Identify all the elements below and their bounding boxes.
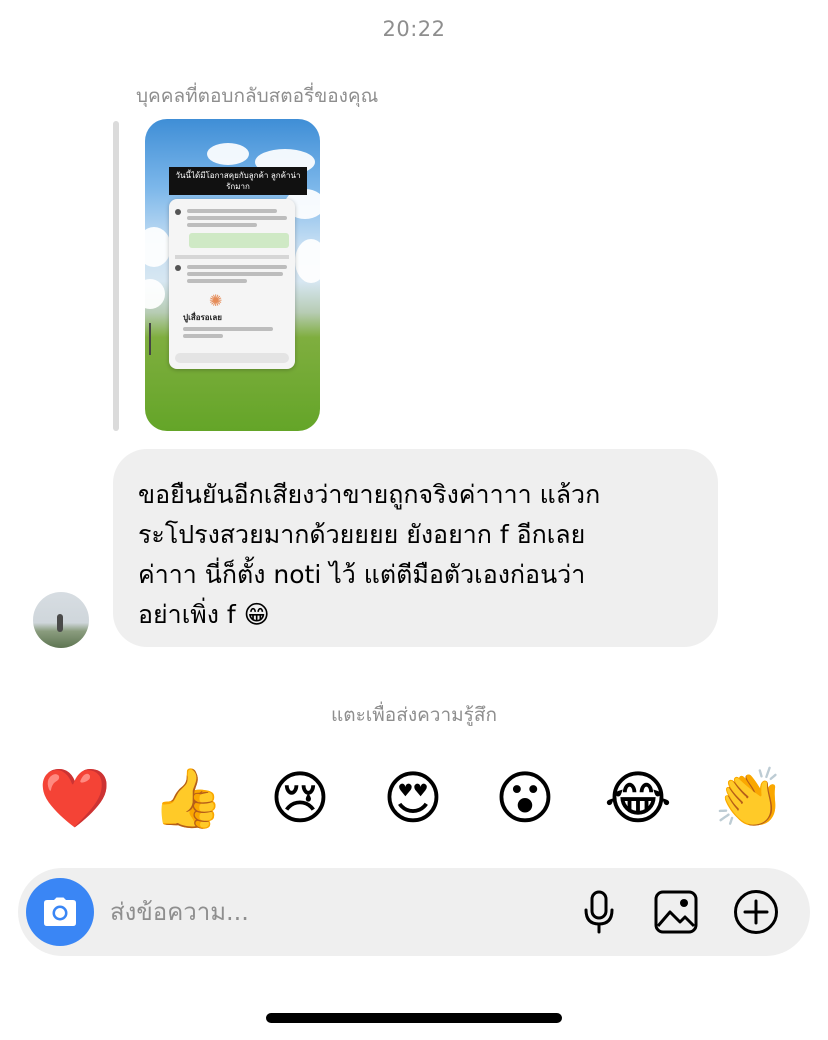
cloud <box>207 143 249 165</box>
reaction-heart-eyes[interactable]: 😍 <box>378 763 448 833</box>
chat-line <box>187 209 277 213</box>
camera-icon <box>44 897 76 926</box>
reaction-laughing[interactable]: 😂 <box>603 763 673 833</box>
reaction-hint: แตะเพื่อส่งความรู้สึก <box>331 704 497 726</box>
reaction-bar: ❤️ 👍 😢 😍 😮 😂 👏 <box>39 763 810 833</box>
reaction-surprised[interactable]: 😮 <box>490 763 560 833</box>
message-line: ระโปรงสวยมากด้วยยยย ยังอยาก f อีกเลย <box>138 520 586 549</box>
plus-circle-icon <box>734 890 778 934</box>
chat-avatar-dot <box>175 265 181 271</box>
cloud <box>145 279 165 309</box>
cloud <box>295 239 320 283</box>
microphone-button[interactable] <box>575 888 623 936</box>
home-indicator <box>266 1013 562 1023</box>
message-composer <box>18 868 810 956</box>
camera-button[interactable] <box>26 878 94 946</box>
message-line: ขอยืนยันอีกเสียงว่าขายถูกจริงค่าาาา แล้ว… <box>138 480 601 509</box>
message-line: ค่าาา นี่ก็ตั้ง noti ไว้ แต่ตีมือตัวเองก… <box>138 560 586 589</box>
timestamp: 20:22 <box>382 17 446 41</box>
message-input[interactable] <box>110 888 550 936</box>
story-reply-label: บุคคลที่ตอบกลับสตอรี่ของคุณ <box>136 85 379 107</box>
avatar-figure <box>57 614 63 632</box>
more-options-button[interactable] <box>732 888 780 936</box>
chat-line <box>183 327 273 331</box>
light-pole <box>149 323 151 355</box>
chat-avatar-dot <box>175 209 181 215</box>
crab-sticker-icon: ✺ <box>209 291 223 310</box>
image-icon <box>654 890 698 934</box>
sender-avatar[interactable] <box>33 592 89 648</box>
story-caption: วันนี้ได้มีโอกาสคุยกับลูกค้า ลูกค้าน่ารั… <box>169 167 307 195</box>
message-line: อย่าเพิ่ง f 😁 <box>138 600 270 629</box>
reaction-heart[interactable]: ❤️ <box>39 763 111 833</box>
chat-line <box>187 279 247 283</box>
chat-input-bar <box>175 353 289 363</box>
reaction-clapping[interactable]: 👏 <box>714 763 786 833</box>
chat-line <box>187 216 287 220</box>
reaction-thumbs-up[interactable]: 👍 <box>152 763 224 833</box>
microphone-icon <box>584 890 614 934</box>
gallery-button[interactable] <box>652 888 700 936</box>
message-bubble[interactable]: ขอยืนยันอีกเสียงว่าขายถูกจริงค่าาาา แล้ว… <box>113 449 718 647</box>
chat-line <box>187 265 287 269</box>
chat-line <box>187 272 283 276</box>
story-thumbnail[interactable]: วันนี้ได้มีโอกาสคุยกับลูกค้า ลูกค้าน่ารั… <box>145 119 320 431</box>
story-chat-screenshot: ✺ ปูเสื่อรอเลย <box>169 199 295 369</box>
chat-divider <box>175 255 289 259</box>
cloud <box>145 227 171 267</box>
chat-line <box>187 223 257 227</box>
reaction-crying[interactable]: 😢 <box>265 763 335 833</box>
chat-line <box>183 334 223 338</box>
reply-quote-bar <box>113 121 119 431</box>
chat-title: ปูเสื่อรอเลย <box>183 313 222 322</box>
chat-green-bubble <box>189 233 289 248</box>
